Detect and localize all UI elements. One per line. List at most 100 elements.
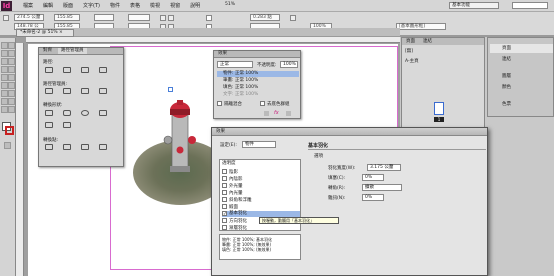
scissors-tool-icon[interactable] <box>1 82 8 89</box>
bevel-emboss-label[interactable]: 斜角和浮雕 <box>229 198 252 203</box>
add-icon[interactable] <box>45 88 53 94</box>
object-style-select[interactable]: [基本圖形框] <box>396 23 446 30</box>
open-path-icon[interactable] <box>63 67 71 73</box>
symmetrical-point-icon[interactable] <box>99 144 107 150</box>
effects-fx-icon[interactable] <box>290 15 296 21</box>
opacity-field[interactable]: 100% <box>280 61 298 68</box>
eyedropper-tool-icon[interactable] <box>8 98 15 105</box>
choke-field[interactable]: 0% <box>362 174 384 181</box>
menu-help[interactable]: 說明 <box>185 2 205 10</box>
effects-panel-tab[interactable]: 效果 <box>218 51 227 57</box>
rectangle-frame-tool-icon[interactable] <box>1 74 8 81</box>
basic-feather-label[interactable]: 基本羽化 <box>229 211 247 216</box>
tab-align[interactable]: 對齊 <box>43 48 52 54</box>
directional-feather-checkbox[interactable] <box>222 218 227 223</box>
feather-width-field[interactable]: 3.175 公釐 <box>367 164 401 171</box>
close-path-icon[interactable] <box>81 67 89 73</box>
exclude-overlap-icon[interactable] <box>99 88 107 94</box>
reference-point-icon[interactable] <box>3 15 9 21</box>
tab-pathfinder[interactable]: 路徑管理員 <box>58 48 87 54</box>
corner-point-icon[interactable] <box>63 144 71 150</box>
fx-icon[interactable]: fx <box>274 110 279 116</box>
stroke-color-icon[interactable] <box>5 126 14 135</box>
hand-tool-icon[interactable] <box>1 106 8 113</box>
search-input[interactable] <box>512 2 548 9</box>
outer-glow-label[interactable]: 外光暈 <box>229 184 243 189</box>
intersect-icon[interactable] <box>81 88 89 94</box>
free-transform-tool-icon[interactable] <box>8 82 15 89</box>
rotate-cw-icon[interactable] <box>160 15 166 21</box>
rectangle-shape-icon[interactable] <box>45 110 53 116</box>
menu-table[interactable]: 表格 <box>125 2 145 10</box>
menu-layout[interactable]: 版面 <box>58 2 78 10</box>
isolate-blending-checkbox[interactable] <box>217 101 222 106</box>
object-row[interactable]: 物件: 正常 100% <box>217 71 299 77</box>
vertical-ruler[interactable] <box>16 43 24 276</box>
polygon-icon[interactable] <box>45 122 53 128</box>
fill-row[interactable]: 填色: 正常 100% <box>217 85 258 91</box>
panel-pages-button[interactable]: 頁面 <box>490 44 553 53</box>
satin-checkbox[interactable] <box>222 204 227 209</box>
stroke-row[interactable]: 筆畫: 正常 100% <box>217 78 258 84</box>
clear-effects-icon[interactable] <box>264 111 269 116</box>
gradient-tool-icon[interactable] <box>1 90 8 97</box>
scale-x-field[interactable] <box>94 14 114 21</box>
workspace-switcher[interactable]: 基本功能 <box>449 2 499 9</box>
fire-hydrant-image[interactable] <box>150 92 210 192</box>
reverse-path-icon[interactable] <box>99 67 107 73</box>
rectangle-tool-icon[interactable] <box>8 74 15 81</box>
gap-tool-icon[interactable] <box>8 50 15 57</box>
inner-glow-checkbox[interactable] <box>222 190 227 195</box>
tab-pages[interactable]: 頁面 <box>406 38 415 45</box>
frame-handle[interactable] <box>168 87 173 92</box>
settings-select[interactable]: 物件 <box>242 141 276 148</box>
zoom-level[interactable]: 51% <box>225 2 235 7</box>
horizontal-ruler[interactable] <box>26 37 400 43</box>
panel-links-button[interactable]: 連結 <box>490 55 553 64</box>
panel-swatches-button[interactable]: 色票 <box>490 100 553 109</box>
menu-type[interactable]: 文字(T) <box>78 2 105 10</box>
subtract-icon[interactable] <box>63 88 71 94</box>
pen-tool-icon[interactable] <box>1 66 8 73</box>
outer-glow-checkbox[interactable] <box>222 183 227 188</box>
menu-edit[interactable]: 編輯 <box>38 2 58 10</box>
smooth-point-icon[interactable] <box>81 144 89 150</box>
drop-shadow-checkbox[interactable] <box>222 169 227 174</box>
direct-selection-tool-icon[interactable] <box>8 42 15 49</box>
rounded-rectangle-icon[interactable] <box>63 110 71 116</box>
menu-object[interactable]: 物件 <box>105 2 125 10</box>
selection-tool-icon[interactable] <box>1 42 8 49</box>
rotate-field[interactable] <box>128 14 150 21</box>
a-master-label[interactable]: A-主頁 <box>405 58 419 64</box>
x-field[interactable]: 274.5 公釐 <box>14 14 44 21</box>
page-tool-icon[interactable] <box>1 50 8 57</box>
list-header[interactable]: 透明度 <box>222 161 236 167</box>
none-master-label[interactable]: [無] <box>405 48 413 54</box>
inner-shadow-label[interactable]: 內陰影 <box>229 177 243 182</box>
tab-links[interactable]: 連結 <box>423 38 432 45</box>
noise-field[interactable]: 0% <box>362 194 384 201</box>
stroke-weight-field[interactable]: 0.283 點 <box>250 14 280 21</box>
zoom-tool-icon[interactable] <box>8 106 15 113</box>
pencil-tool-icon[interactable] <box>8 66 15 73</box>
triangle-icon[interactable] <box>99 110 107 116</box>
gradient-feather-checkbox[interactable] <box>222 225 227 230</box>
plain-point-icon[interactable] <box>45 144 53 150</box>
fill-swatch[interactable] <box>206 15 212 21</box>
basic-feather-checkbox[interactable]: ✓ <box>222 211 227 217</box>
menu-view[interactable]: 檢視 <box>145 2 165 10</box>
inner-shadow-checkbox[interactable] <box>222 176 227 181</box>
directional-feather-label[interactable]: 方向羽化 <box>229 219 247 224</box>
view-mode-icon[interactable] <box>4 142 11 149</box>
text-row[interactable]: 文字: 正常 100% <box>217 92 258 98</box>
menu-file[interactable]: 檔案 <box>18 2 38 10</box>
panel-layers-button[interactable]: 圖層 <box>490 72 553 81</box>
corners-select[interactable]: 擴散 <box>362 184 402 191</box>
page-thumbnail[interactable] <box>434 102 444 115</box>
bevel-emboss-checkbox[interactable] <box>222 197 227 202</box>
trash-icon[interactable] <box>286 111 291 116</box>
menu-window[interactable]: 視窗 <box>165 2 185 10</box>
satin-label[interactable]: 緞面 <box>229 205 238 210</box>
gradient-feather-tool-icon[interactable] <box>8 90 15 97</box>
line-tool-icon[interactable] <box>8 58 15 65</box>
